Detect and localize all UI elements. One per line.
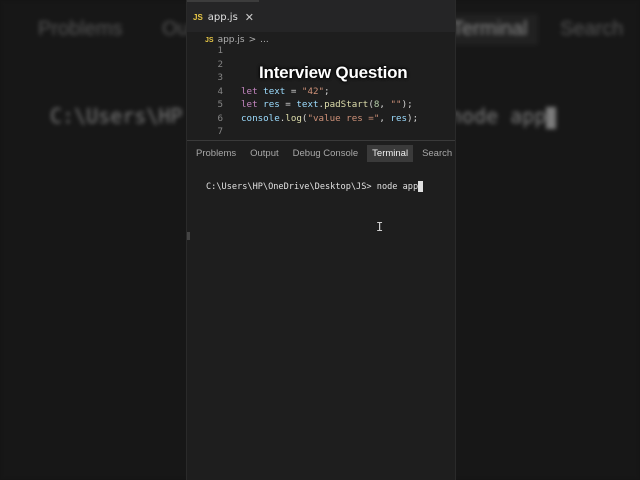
line-number: 3 [217, 72, 223, 84]
code-line: 2 [187, 58, 241, 72]
javascript-file-icon: JS [205, 36, 214, 44]
code-line: 7 [187, 125, 241, 139]
overlay-title: Interview Question [259, 63, 408, 82]
vscode-window: JS app.js ✕ JS app.js > ... 1 2 3 4 let t… [187, 0, 455, 480]
editor-tab-bar: JS app.js ✕ [187, 0, 455, 32]
terminal-prompt: C:\Users\HP\OneDrive\Desktop\JS> [206, 181, 372, 192]
line-number: 1 [217, 45, 223, 57]
code-line: 4 let text = "42"; [187, 85, 330, 99]
tab-debug-console[interactable]: Debug Console [288, 145, 364, 162]
code-line: 3 [187, 71, 241, 85]
code-line: 6 console.log("value res =", res); [187, 112, 418, 126]
text-cursor-icon: I [376, 220, 384, 234]
bg-terminal-prompt: C:\Users\HP [50, 104, 183, 128]
bg-tab-terminal: Terminal [442, 14, 538, 45]
tab-terminal[interactable]: Terminal [367, 144, 414, 162]
tab-search[interactable]: Search [417, 145, 455, 162]
code-line: 1 [187, 44, 241, 58]
file-tab-app-js[interactable]: JS app.js ✕ [193, 7, 257, 27]
line-number: 4 [217, 85, 223, 97]
line-number: 7 [217, 126, 223, 138]
code-line: 5 let res = text.padStart(8, ""); [187, 98, 413, 112]
bg-tab-problems: Problems [38, 18, 123, 40]
tab-problems[interactable]: Problems [191, 145, 241, 162]
line-number: 2 [217, 58, 223, 70]
javascript-file-icon: JS [193, 12, 203, 22]
terminal[interactable]: C:\Users\HP\OneDrive\Desktop\JS> node ap… [187, 164, 455, 480]
terminal-command: node app [376, 181, 419, 192]
panel-divider [187, 140, 455, 141]
tab-output[interactable]: Output [245, 145, 284, 162]
sash-handle[interactable] [187, 232, 190, 240]
code-editor[interactable]: 1 2 3 4 let text = "42"; 5 let res = text.… [187, 44, 455, 138]
terminal-cursor [418, 181, 424, 192]
line-number: 6 [217, 112, 223, 124]
bg-tab-search: Search [560, 18, 624, 40]
terminal-line: C:\Users\HP\OneDrive\Desktop\JS> node ap… [206, 181, 424, 192]
code-text: console.log("value res =", res); [241, 112, 419, 124]
close-tab-icon[interactable]: ✕ [245, 11, 254, 24]
bg-terminal-command: node app [450, 104, 557, 129]
code-text: let text = "42"; [241, 85, 330, 97]
panel-tab-bar: Problems Output Debug Console Terminal S… [187, 142, 455, 164]
line-number: 5 [217, 99, 223, 111]
file-tab-label: app.js [207, 11, 238, 23]
code-text: let res = text.padStart(8, ""); [241, 99, 413, 111]
